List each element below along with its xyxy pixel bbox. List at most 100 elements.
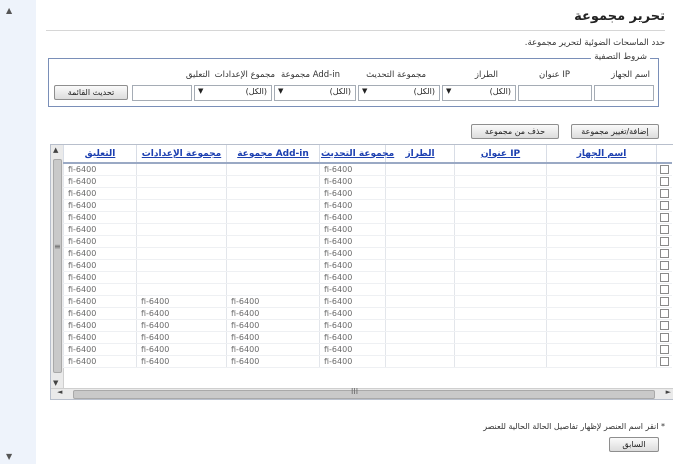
cell-device-name[interactable] <box>546 223 657 236</box>
scroll-up-arrow-icon[interactable]: ▲ <box>6 6 12 15</box>
cell-ip <box>454 295 547 308</box>
cell-device-name[interactable] <box>546 295 657 308</box>
row-checkbox[interactable] <box>659 189 669 198</box>
cell-device-name[interactable] <box>546 247 657 260</box>
cell-update-group: fi-6400 <box>319 247 386 260</box>
row-checkbox[interactable] <box>659 309 669 318</box>
cell-update-group: fi-6400 <box>319 259 386 272</box>
cell-comment: fi-6400 <box>63 307 137 320</box>
scroll-down-arrow-icon[interactable]: ▼ <box>6 452 12 461</box>
table-row[interactable]: fi-6400 fi-6400 <box>63 199 672 212</box>
scrollbar-thumb[interactable] <box>53 159 62 373</box>
cell-model <box>385 175 455 188</box>
addin-group-select[interactable]: (الكل) ▼ <box>274 85 356 101</box>
cell-ip <box>454 163 547 176</box>
cell-addin-group: fi-6400 <box>226 343 320 356</box>
scroll-right-arrow-icon[interactable]: ► <box>666 388 671 396</box>
cell-device-name[interactable] <box>546 307 657 320</box>
remove-from-group-button[interactable]: حذف من مجموعة <box>471 124 559 139</box>
row-checkbox[interactable] <box>659 357 669 366</box>
cell-device-name[interactable] <box>546 163 657 176</box>
table-row[interactable]: fi-6400 fi-6400 fi-6400 fi-6400 <box>63 319 672 332</box>
column-header-settings-group[interactable]: مجموعة الإعدادات <box>136 145 227 164</box>
table-row[interactable]: fi-6400 fi-6400 <box>63 235 672 248</box>
cell-device-name[interactable] <box>546 319 657 332</box>
cell-settings-group <box>136 175 227 188</box>
row-checkbox[interactable] <box>659 165 669 174</box>
row-checkbox[interactable] <box>659 177 669 186</box>
back-button[interactable]: السابق <box>609 437 659 452</box>
cell-addin-group <box>226 247 320 260</box>
cell-comment: fi-6400 <box>63 319 137 332</box>
row-checkbox[interactable] <box>659 249 669 258</box>
column-header-model[interactable]: الطراز <box>385 145 455 164</box>
settings-group-select[interactable]: (الكل) ▼ <box>194 85 272 101</box>
table-row[interactable]: fi-6400 fi-6400 <box>63 271 672 284</box>
scrollbar-thumb[interactable] <box>73 390 655 399</box>
column-header-addin-group[interactable]: مجموعة Add-in <box>226 145 320 164</box>
ip-label: عنوان IP <box>539 70 570 80</box>
row-checkbox[interactable] <box>659 273 669 282</box>
table-row[interactable]: fi-6400 fi-6400 <box>63 223 672 236</box>
row-checkbox[interactable] <box>659 201 669 210</box>
scroll-left-arrow-icon[interactable]: ◄ <box>57 388 62 396</box>
row-checkbox[interactable] <box>659 321 669 330</box>
table-row[interactable]: fi-6400 fi-6400 <box>63 163 672 176</box>
row-checkbox[interactable] <box>659 345 669 354</box>
cell-device-name[interactable] <box>546 271 657 284</box>
cell-device-name[interactable] <box>546 199 657 212</box>
row-checkbox[interactable] <box>659 285 669 294</box>
add-change-group-button[interactable]: إضافة/تغيير مجموعة <box>571 124 659 139</box>
table-row[interactable]: fi-6400 fi-6400 <box>63 247 672 260</box>
cell-device-name[interactable] <box>546 187 657 200</box>
cell-device-name[interactable] <box>546 355 657 368</box>
scroll-up-arrow-icon[interactable]: ▲ <box>53 146 58 154</box>
row-checkbox[interactable] <box>659 297 669 306</box>
table-row[interactable]: fi-6400 fi-6400 fi-6400 fi-6400 <box>63 307 672 320</box>
row-checkbox[interactable] <box>659 225 669 234</box>
cell-addin-group <box>226 175 320 188</box>
refresh-list-button[interactable]: تحديث القائمة <box>54 85 128 100</box>
table-row[interactable]: fi-6400 fi-6400 <box>63 259 672 272</box>
table-row[interactable]: fi-6400 fi-6400 fi-6400 fi-6400 <box>63 343 672 356</box>
row-checkbox[interactable] <box>659 333 669 342</box>
cell-device-name[interactable] <box>546 235 657 248</box>
device-name-input[interactable] <box>594 85 654 101</box>
column-header-ip[interactable]: عنوان IP <box>454 145 547 164</box>
cell-comment: fi-6400 <box>63 355 137 368</box>
table-row[interactable]: fi-6400 fi-6400 <box>63 211 672 224</box>
column-header-device-name[interactable]: اسم الجهاز <box>546 145 657 164</box>
comment-input[interactable] <box>132 85 192 101</box>
cell-device-name[interactable] <box>546 283 657 296</box>
grid-horizontal-scrollbar[interactable]: ◄ III ► <box>51 387 673 399</box>
row-checkbox[interactable] <box>659 261 669 270</box>
table-row[interactable]: fi-6400 fi-6400 <box>63 175 672 188</box>
cell-device-name[interactable] <box>546 343 657 356</box>
page-title: تحرير مجموعة <box>574 9 665 24</box>
cell-device-name[interactable] <box>546 175 657 188</box>
cell-comment: fi-6400 <box>63 295 137 308</box>
row-checkbox[interactable] <box>659 237 669 246</box>
page-scrollbar[interactable]: ▲ ▼ <box>0 0 34 464</box>
scroll-down-arrow-icon[interactable]: ▼ <box>53 379 58 387</box>
table-row[interactable]: fi-6400 fi-6400 fi-6400 fi-6400 <box>63 355 672 368</box>
cell-ip <box>454 187 547 200</box>
table-row[interactable]: fi-6400 fi-6400 <box>63 187 672 200</box>
cell-device-name[interactable] <box>546 211 657 224</box>
cell-device-name[interactable] <box>546 259 657 272</box>
update-group-select[interactable]: (الكل) ▼ <box>358 85 440 101</box>
column-header-comment[interactable]: التعليق <box>63 145 137 164</box>
cell-ip <box>454 319 547 332</box>
cell-settings-group <box>136 223 227 236</box>
row-checkbox[interactable] <box>659 213 669 222</box>
table-row[interactable]: fi-6400 fi-6400 <box>63 283 672 296</box>
cell-model <box>385 211 455 224</box>
table-row[interactable]: fi-6400 fi-6400 fi-6400 fi-6400 <box>63 295 672 308</box>
cell-device-name[interactable] <box>546 331 657 344</box>
table-row[interactable]: fi-6400 fi-6400 fi-6400 fi-6400 <box>63 331 672 344</box>
model-select[interactable]: (الكل) ▼ <box>442 85 516 101</box>
cell-model <box>385 307 455 320</box>
column-header-update-group[interactable]: مجموعة التحديث <box>319 145 394 164</box>
device-name-label: اسم الجهاز <box>611 70 650 80</box>
ip-input[interactable] <box>518 85 592 101</box>
